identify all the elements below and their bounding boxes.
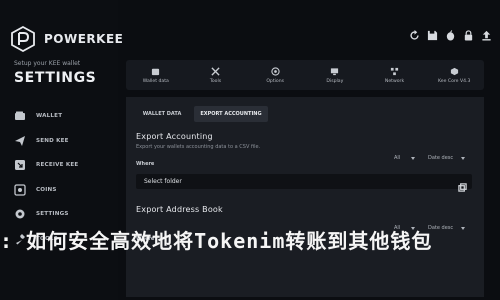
- section-title: Export Address Book: [136, 205, 223, 214]
- save-icon[interactable]: [427, 30, 438, 41]
- refresh-icon[interactable]: [409, 30, 420, 41]
- sort-dropdown[interactable]: Date desc: [428, 155, 466, 161]
- sidebar-item-wallet[interactable]: WALLET: [14, 104, 114, 129]
- tab-label: Network: [384, 78, 405, 84]
- settings-icon: [15, 209, 25, 219]
- subtab-wallet-data[interactable]: WALLET DATA: [136, 106, 188, 122]
- tools-icon: [211, 66, 220, 76]
- tab-options[interactable]: Options: [245, 60, 305, 90]
- brand-name: POWERKEE: [44, 32, 124, 46]
- receive-icon: [15, 160, 25, 171]
- tab-label: Kee Core V4.3: [437, 78, 471, 84]
- wallet-icon: [15, 111, 25, 121]
- copy-icon[interactable]: [458, 177, 467, 192]
- section-title: Export Accounting: [136, 132, 213, 141]
- send-icon: [15, 135, 25, 146]
- tab-tools[interactable]: Tools: [186, 60, 246, 90]
- powerkee-logo-icon: [11, 26, 35, 52]
- tab-label: Display: [326, 78, 344, 84]
- tab-network[interactable]: Network: [365, 60, 425, 90]
- sidebar-item-label: SEND KEE: [36, 137, 69, 144]
- coins-icon: [14, 184, 26, 196]
- tab-label: Tools: [209, 78, 222, 84]
- sidebar-item-coins[interactable]: COINS: [14, 178, 114, 203]
- subtabs: WALLET DATA EXPORT ACCOUNTING: [136, 106, 268, 122]
- sidebar-item-label: SETTINGS: [36, 211, 69, 218]
- tab-label: Options: [266, 78, 285, 84]
- topbar-icons: [409, 30, 492, 41]
- brand-tagline: Setup your KEE wallet: [14, 60, 81, 67]
- options-icon: [271, 66, 280, 76]
- sidebar-item-label: WALLET: [36, 113, 63, 120]
- chevron-down-icon: [411, 156, 416, 160]
- settings-panel: WALLET DATA EXPORT ACCOUNTING Export Acc…: [126, 97, 484, 297]
- select-folder-field[interactable]: Select folder: [136, 174, 472, 192]
- wallet-data-icon: [152, 68, 160, 75]
- where-label: Where: [136, 161, 155, 167]
- settings-tabs: Wallet data Tools Options Display Networ…: [126, 60, 484, 90]
- filter-dropdown[interactable]: All: [394, 155, 416, 161]
- select-folder-text: Select folder: [144, 178, 182, 185]
- tor-icon[interactable]: [445, 30, 456, 41]
- page-title: SETTINGS: [14, 70, 97, 86]
- sidebar-item-label: RECEIVE KEE: [36, 162, 79, 169]
- tab-label: Wallet data: [142, 78, 169, 84]
- sidebar-item-receive-kee[interactable]: RECEIVE KEE: [14, 153, 114, 178]
- brand: POWERKEE: [10, 26, 123, 52]
- tab-wallet-data[interactable]: Wallet data: [126, 60, 186, 90]
- subtab-export-accounting[interactable]: EXPORT ACCOUNTING: [194, 106, 268, 122]
- sidebar-item-send-kee[interactable]: SEND KEE: [14, 129, 114, 154]
- chevron-down-icon: [461, 156, 466, 160]
- filter-value: All: [394, 155, 401, 161]
- export-accounting-section: Export Accounting Export your wallets ac…: [136, 132, 476, 202]
- display-icon: [331, 67, 339, 75]
- tab-display[interactable]: Display: [305, 60, 365, 90]
- core-icon: [450, 67, 458, 75]
- lock-icon[interactable]: [463, 30, 474, 41]
- sidebar-item-settings[interactable]: SETTINGS: [14, 202, 114, 227]
- network-icon: [390, 67, 399, 75]
- section-description: Export your wallets accounting data to a…: [136, 144, 261, 150]
- sidebar: POWERKEE Setup your KEE wallet SETTINGS …: [0, 0, 123, 300]
- sort-value: Date desc: [428, 155, 454, 161]
- upload-icon[interactable]: [481, 30, 492, 41]
- tab-kee-core[interactable]: Kee Core V4.3: [424, 60, 484, 90]
- sidebar-item-label: COINS: [36, 186, 57, 193]
- overlay-caption: : 如何安全高效地将Tokenim转账到其他钱包: [0, 229, 433, 253]
